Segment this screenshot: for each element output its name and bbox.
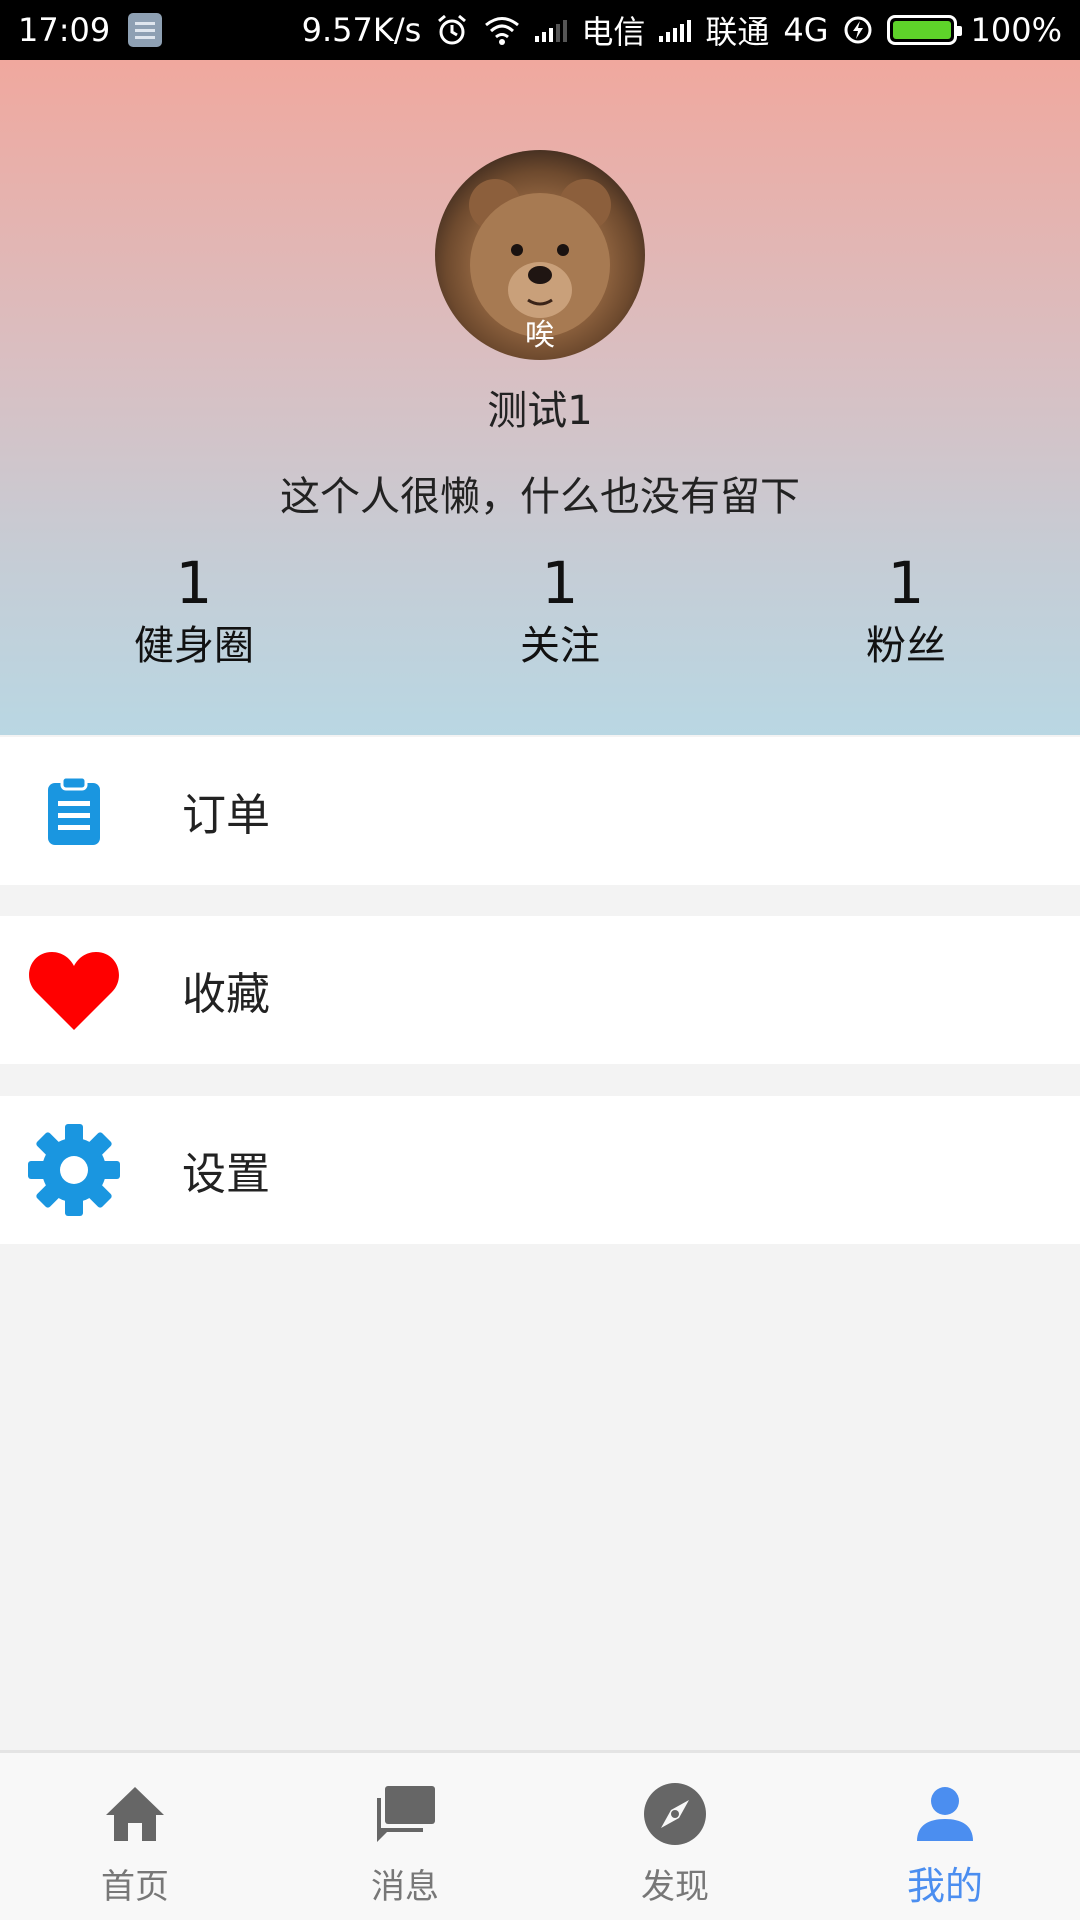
- nav-messages[interactable]: 消息: [270, 1753, 540, 1920]
- clipboard-icon: [28, 765, 120, 857]
- stat-value: 1: [887, 549, 925, 617]
- stat-value: 1: [541, 549, 579, 617]
- bio-text: 这个人很懒，什么也没有留下: [280, 474, 800, 520]
- nav-profile[interactable]: 我的: [810, 1753, 1080, 1920]
- network-speed: 9.57K/s: [301, 11, 422, 49]
- avatar-caption: 唉: [525, 318, 555, 353]
- nav-label: 首页: [101, 1867, 169, 1907]
- home-icon: [100, 1779, 170, 1849]
- menu-label: 订单: [182, 790, 270, 841]
- heart-icon: [28, 944, 120, 1036]
- menu-label: 收藏: [182, 969, 270, 1020]
- nav-home[interactable]: 首页: [0, 1753, 270, 1920]
- signal-icon-1: [535, 18, 568, 42]
- alarm-icon: [438, 14, 467, 45]
- profile-header: 唉 测试1 这个人很懒，什么也没有留下 1 健身圈 1 关注 1 粉丝: [0, 60, 1080, 735]
- gear-icon: [28, 1124, 120, 1216]
- status-time: 17:09: [18, 11, 111, 49]
- stat-label: 健身圈: [134, 623, 254, 669]
- network-type: 4G: [783, 11, 829, 49]
- battery-icon: [886, 15, 962, 45]
- compass-icon: [640, 1779, 710, 1849]
- stat-label: 关注: [520, 623, 600, 669]
- nav-label: 发现: [641, 1867, 709, 1907]
- notification-icon: [128, 13, 163, 47]
- stat-label: 粉丝: [866, 623, 946, 669]
- menu-item-favorites[interactable]: 收藏: [0, 916, 1080, 1064]
- carrier-1: 电信: [581, 13, 646, 51]
- signal-icon-2: [659, 18, 692, 42]
- username: 测试1: [487, 388, 593, 434]
- stat-fitness-circle[interactable]: 1 健身圈: [74, 548, 314, 674]
- nav-label: 我的: [906, 1864, 983, 1908]
- menu-label: 设置: [182, 1149, 270, 1200]
- nav-label: 消息: [371, 1867, 439, 1907]
- stat-followers[interactable]: 1 粉丝: [786, 548, 1026, 674]
- nav-discover[interactable]: 发现: [540, 1753, 810, 1920]
- battery-level: 100%: [970, 11, 1062, 49]
- stat-value: 1: [175, 549, 213, 617]
- avatar[interactable]: 唉: [435, 150, 645, 360]
- bottom-nav: 首页 消息 发现 我的: [0, 1750, 1080, 1920]
- menu-item-settings[interactable]: 设置: [0, 1096, 1080, 1244]
- chat-icon: [370, 1779, 440, 1849]
- status-bar: 17:09 9.57K/s 电信 联通 4G 100%: [0, 0, 1080, 60]
- menu-item-orders[interactable]: 订单: [0, 737, 1080, 885]
- carrier-2: 联通: [705, 13, 770, 51]
- stat-following[interactable]: 1 关注: [440, 548, 680, 674]
- wifi-icon: [485, 17, 520, 45]
- person-icon: [910, 1779, 980, 1849]
- charging-icon: [844, 16, 872, 44]
